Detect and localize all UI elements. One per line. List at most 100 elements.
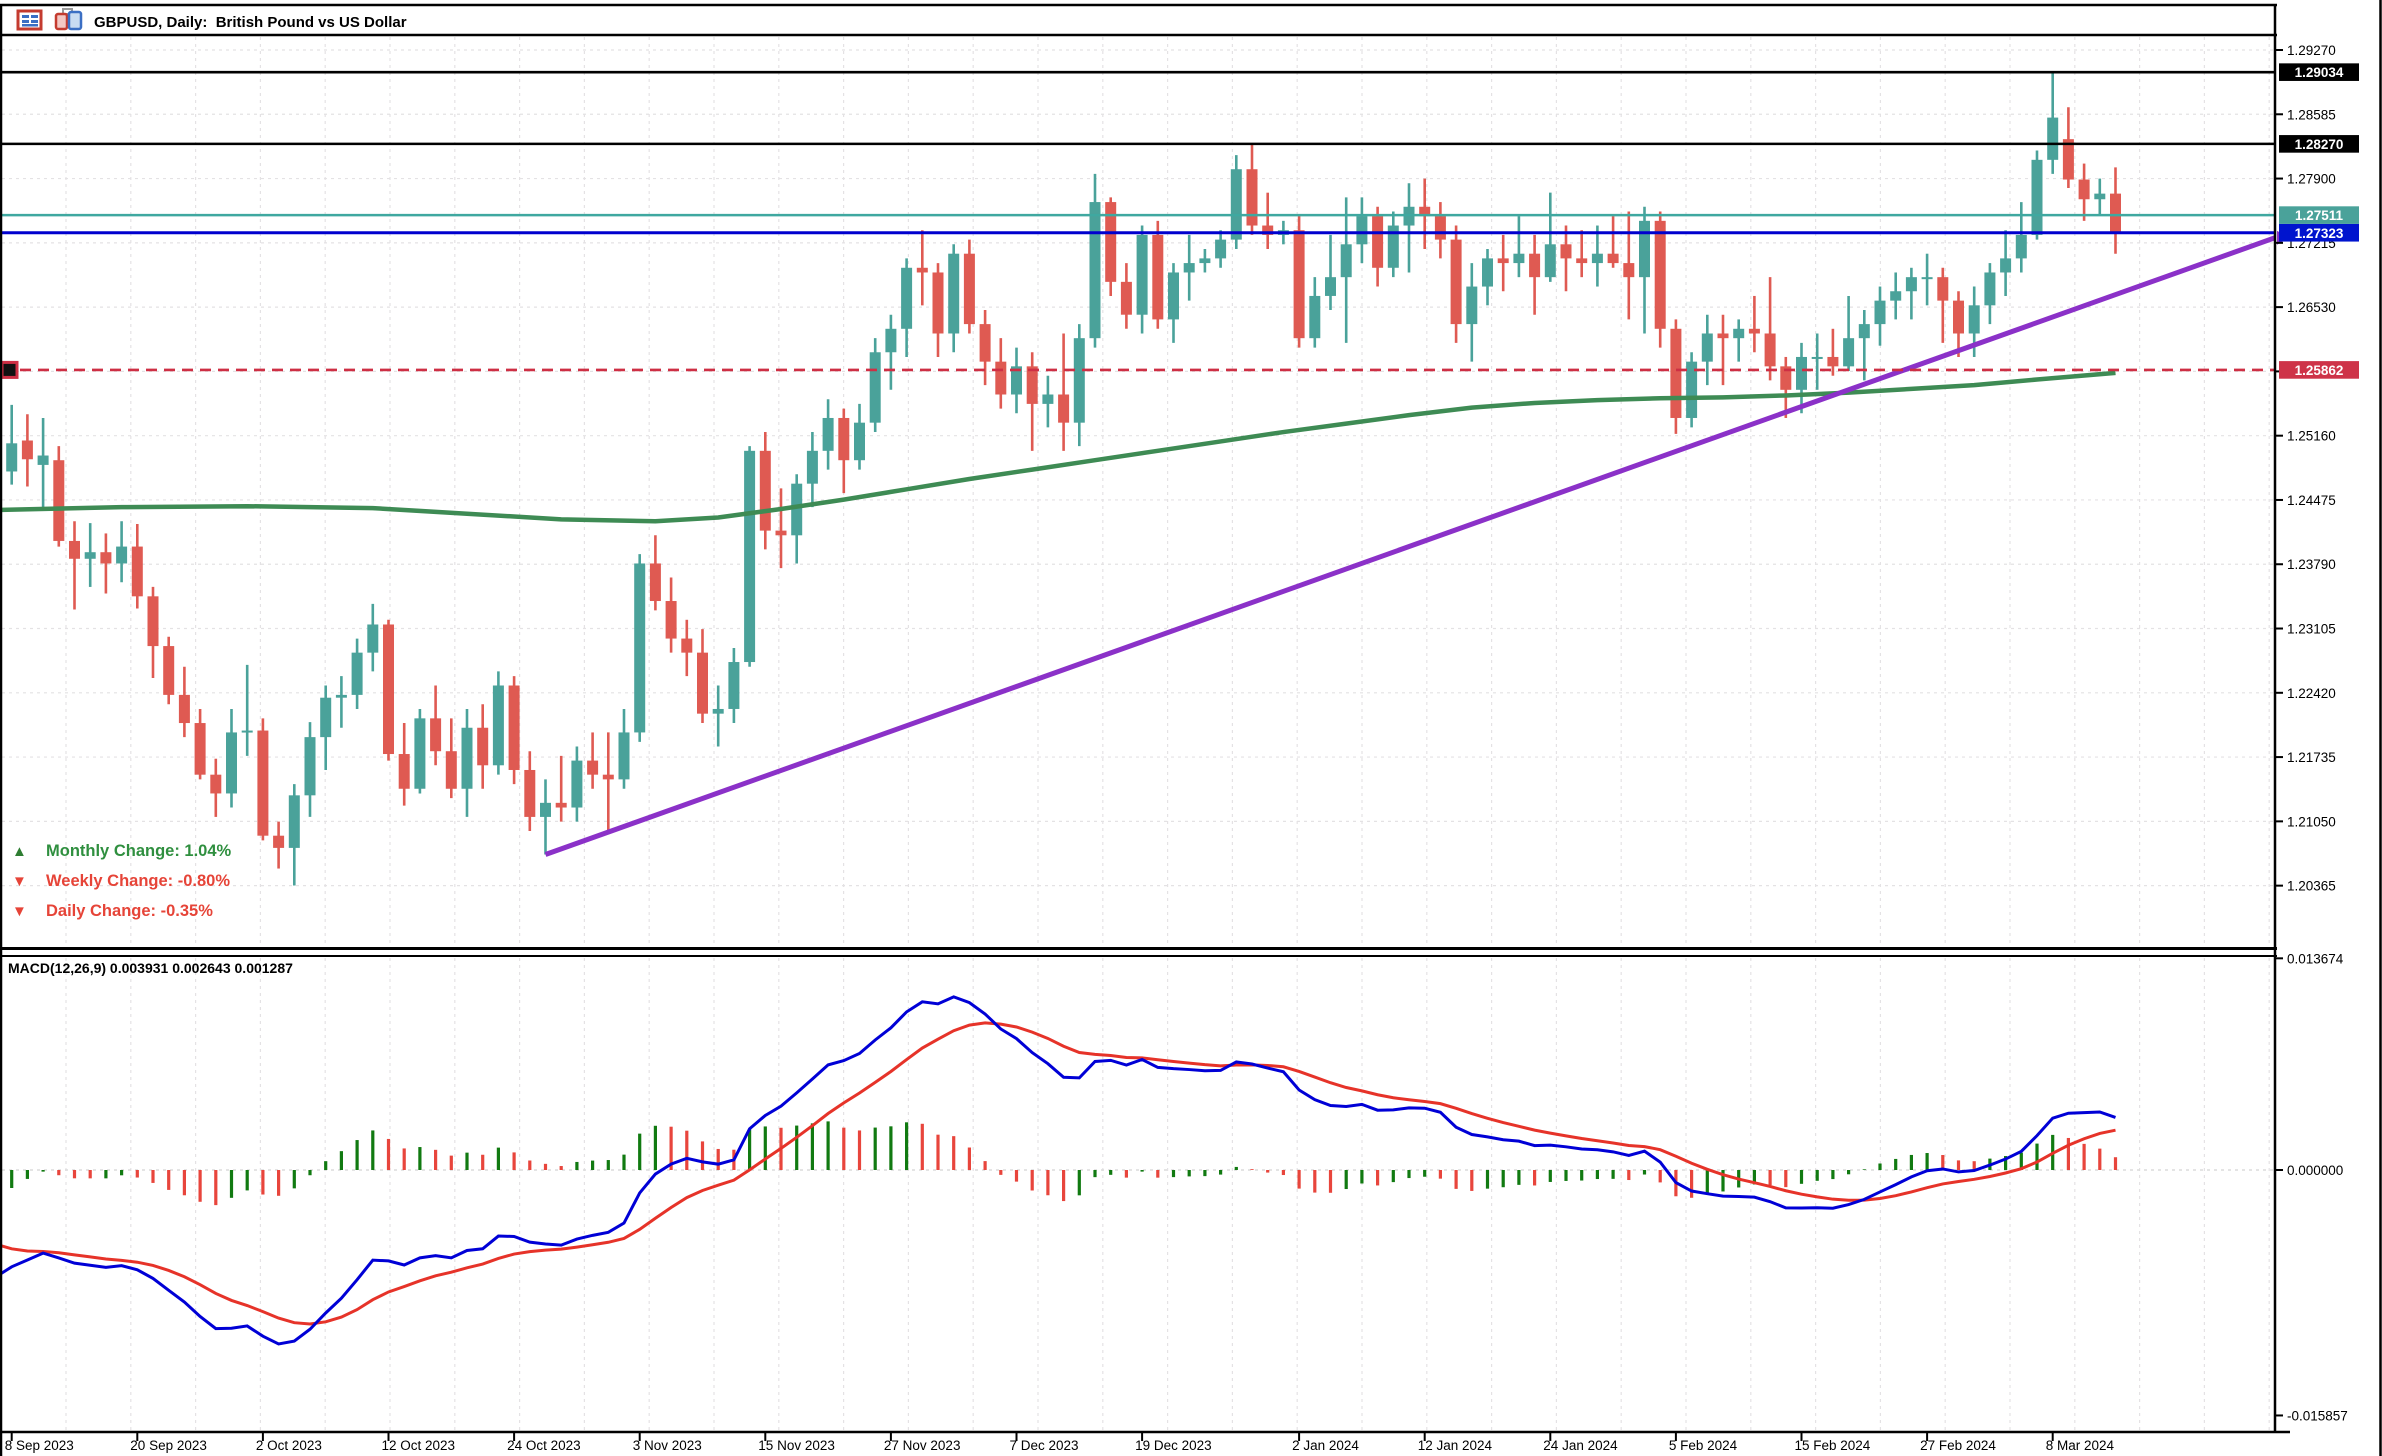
chart-canvas[interactable]: 1.292701.285851.279001.272151.265301.258… bbox=[0, 0, 2382, 1456]
candle-bear bbox=[1529, 254, 1540, 277]
price-tick-label: 1.27900 bbox=[2287, 172, 2336, 187]
candle-bull bbox=[854, 423, 865, 461]
candle-bull bbox=[352, 653, 363, 695]
candle-bull bbox=[1890, 291, 1901, 300]
candle-bear bbox=[2110, 194, 2121, 233]
candle-bull bbox=[1545, 244, 1556, 277]
candle-bear bbox=[1247, 169, 1258, 225]
candle-bear bbox=[666, 601, 677, 639]
candle-bear bbox=[1498, 258, 1509, 263]
macd-tick-label: 0.013674 bbox=[2287, 951, 2344, 966]
candle-bear bbox=[697, 653, 708, 714]
date-tick-label: 2 Jan 2024 bbox=[1292, 1438, 1359, 1453]
candle-bear bbox=[2063, 139, 2074, 179]
moving-average-line[interactable] bbox=[0, 373, 2116, 521]
candle-bear bbox=[430, 718, 441, 751]
support-line-drag-handle[interactable] bbox=[2, 362, 17, 377]
candle-bull bbox=[1969, 305, 1980, 333]
quotes-table-icon[interactable] bbox=[16, 8, 44, 37]
candle-bull bbox=[1168, 272, 1179, 319]
candle-bull bbox=[1906, 277, 1917, 291]
candle-bear bbox=[1121, 282, 1132, 315]
candle-bull bbox=[744, 451, 755, 662]
candle-bull bbox=[1325, 277, 1336, 296]
candle-bear bbox=[1435, 216, 1446, 239]
candle-bull bbox=[2016, 235, 2027, 258]
candle-bull bbox=[1592, 254, 1603, 263]
candle-bear bbox=[681, 639, 692, 653]
macd-indicator-label: MACD(12,26,9) 0.003931 0.002643 0.001287 bbox=[8, 960, 293, 976]
candle-bear bbox=[760, 451, 771, 531]
candle-bull bbox=[1042, 395, 1053, 404]
candle-bull bbox=[948, 254, 959, 334]
candle-bear bbox=[446, 751, 457, 789]
candle-bull bbox=[414, 718, 425, 788]
price-marker-label: 1.25862 bbox=[2295, 363, 2344, 378]
price-tick-label: 1.21735 bbox=[2287, 750, 2336, 765]
price-panel[interactable] bbox=[0, 73, 2275, 886]
date-axis: 8 Sep 202320 Sep 20232 Oct 202312 Oct 20… bbox=[5, 1432, 2115, 1453]
candle-bear bbox=[179, 695, 190, 723]
date-tick-label: 27 Nov 2023 bbox=[884, 1438, 961, 1453]
macd-axis: 0.013674 0.000000 -0.015857 bbox=[2275, 951, 2348, 1423]
macd-tick-label: -0.015857 bbox=[2287, 1408, 2348, 1423]
date-tick-label: 24 Jan 2024 bbox=[1543, 1438, 1618, 1453]
candle-bull bbox=[116, 547, 127, 564]
candle-bear bbox=[148, 596, 159, 646]
candle-bull bbox=[1733, 329, 1744, 338]
candle-bull bbox=[823, 418, 834, 451]
date-tick-label: 15 Nov 2023 bbox=[758, 1438, 835, 1453]
trendline[interactable] bbox=[546, 238, 2276, 855]
price-tick-label: 1.29270 bbox=[2287, 43, 2336, 58]
candle-bear bbox=[1561, 244, 1572, 258]
candle-bull bbox=[493, 685, 504, 765]
date-tick-label: 12 Oct 2023 bbox=[382, 1438, 456, 1453]
candle-bull bbox=[336, 695, 347, 698]
candle-bull bbox=[1231, 169, 1242, 239]
candle-bear bbox=[210, 775, 221, 794]
candle-bull bbox=[1922, 277, 1933, 279]
candle-bear bbox=[1576, 258, 1587, 263]
price-tick-label: 1.23790 bbox=[2287, 557, 2336, 572]
candle-bull bbox=[1513, 254, 1524, 263]
candle-bear bbox=[776, 531, 787, 536]
candle-bull bbox=[1199, 258, 1210, 263]
candle-bear bbox=[509, 685, 520, 769]
candle-bear bbox=[1451, 240, 1462, 324]
trading-app-window: 1.292701.285851.279001.272151.265301.258… bbox=[0, 0, 2382, 1456]
candle-bull bbox=[619, 732, 630, 779]
candle-bull bbox=[1137, 235, 1148, 315]
monthly-change-row: ▲ Monthly Change: 1.04% bbox=[10, 836, 231, 866]
candle-bull bbox=[320, 698, 331, 737]
candle-bull bbox=[2032, 160, 2043, 235]
candle-bear bbox=[1294, 230, 1305, 338]
macd-tick-label: 0.000000 bbox=[2287, 1163, 2343, 1178]
candle-bear bbox=[1058, 395, 1069, 423]
date-tick-label: 8 Sep 2023 bbox=[5, 1438, 74, 1453]
change-legend: ▲ Monthly Change: 1.04% ▼ Weekly Change:… bbox=[10, 836, 231, 926]
candle-bull bbox=[885, 329, 896, 352]
up-arrow-icon: ▲ bbox=[10, 843, 46, 860]
candle-bull bbox=[1984, 272, 1995, 305]
chart-icon[interactable] bbox=[54, 8, 84, 37]
candle-bear bbox=[1670, 329, 1681, 418]
candle-bear bbox=[524, 770, 535, 817]
date-tick-label: 12 Jan 2024 bbox=[1418, 1438, 1493, 1453]
candle-bear bbox=[964, 254, 975, 324]
candle-bull bbox=[1074, 338, 1085, 422]
candle-bear bbox=[838, 418, 849, 460]
date-tick-label: 8 Mar 2024 bbox=[2046, 1438, 2115, 1453]
price-tick-label: 1.23105 bbox=[2287, 622, 2336, 637]
candle-bear bbox=[1372, 216, 1383, 268]
chart-frame bbox=[0, 0, 2381, 1456]
date-tick-label: 24 Oct 2023 bbox=[507, 1438, 581, 1453]
candle-bear bbox=[933, 272, 944, 333]
candle-bear bbox=[132, 547, 143, 597]
price-tick-label: 1.25160 bbox=[2287, 429, 2336, 444]
candle-bear bbox=[477, 728, 488, 766]
monthly-change-label: Monthly Change: 1.04% bbox=[46, 842, 231, 861]
candle-bear bbox=[1655, 221, 1666, 329]
candle-bear bbox=[163, 646, 174, 695]
candle-bear bbox=[1765, 333, 1776, 366]
candle-bear bbox=[1027, 366, 1038, 404]
